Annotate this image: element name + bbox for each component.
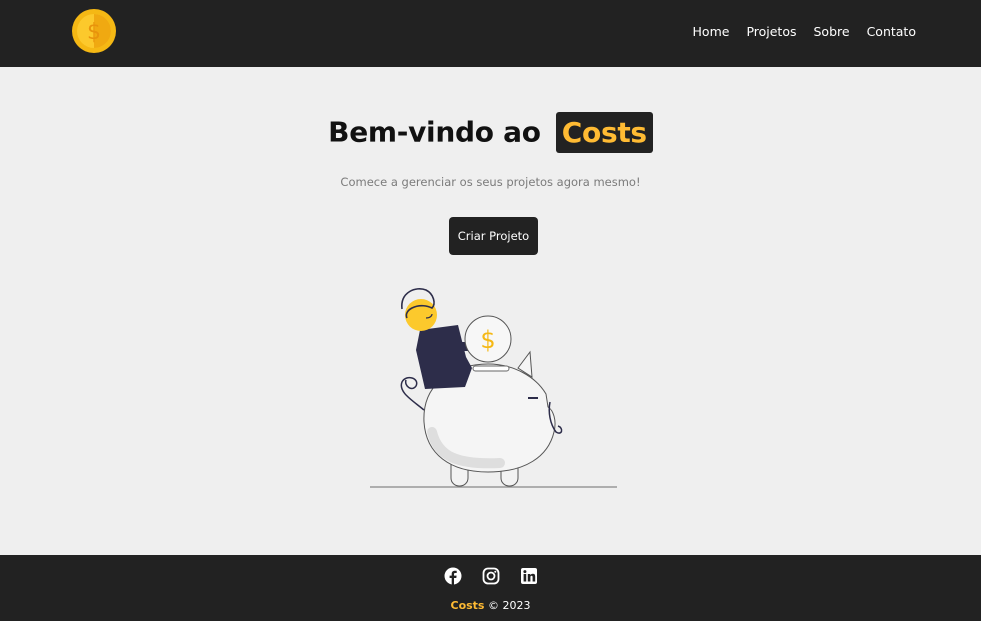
social-links <box>0 567 981 585</box>
copyright-text: © 2023 <box>487 599 531 612</box>
instagram-icon[interactable] <box>482 567 500 585</box>
hero-brand-highlight: Costs <box>555 111 653 153</box>
svg-text:$: $ <box>87 20 101 45</box>
hero-title-text: Bem-vindo ao <box>328 115 541 149</box>
hero-subtitle: Comece a gerenciar os seus projetos agor… <box>340 175 641 189</box>
facebook-icon[interactable] <box>444 567 462 585</box>
svg-text:$: $ <box>480 326 495 354</box>
coin-dollar-icon[interactable]: $ <box>71 8 117 54</box>
navbar: $ Home Projetos Sobre Contato <box>0 0 981 67</box>
home-main: Bem-vindo ao Costs Comece a gerenciar os… <box>0 67 981 555</box>
nav-link-sobre[interactable]: Sobre <box>814 24 850 39</box>
hero-title: Bem-vindo ao Costs <box>0 111 981 153</box>
footer: Costs © 2023 <box>0 555 981 621</box>
nav-link-contato[interactable]: Contato <box>867 24 916 39</box>
person-with-piggy-bank-illustration: $ <box>370 288 617 488</box>
nav-link-projetos[interactable]: Projetos <box>746 24 796 39</box>
copyright: Costs © 2023 <box>0 599 981 612</box>
nav-menu: Home Projetos Sobre Contato <box>693 24 916 39</box>
linkedin-icon[interactable] <box>520 567 538 585</box>
footer-brand: Costs <box>450 599 485 612</box>
nav-link-home[interactable]: Home <box>693 24 730 39</box>
create-project-button[interactable]: Criar Projeto <box>449 217 538 255</box>
